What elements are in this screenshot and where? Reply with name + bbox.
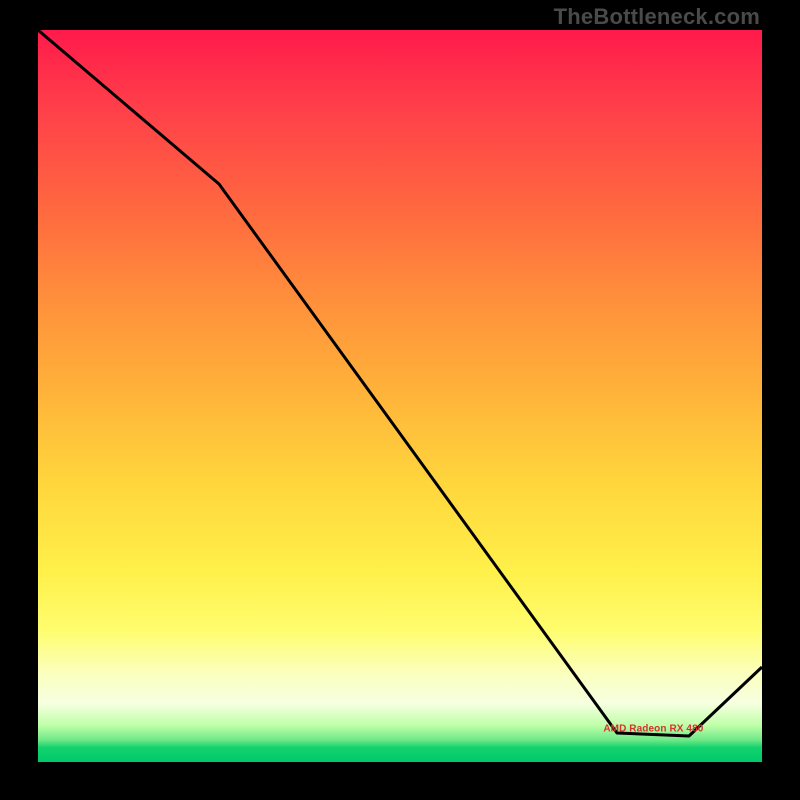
chart-line-svg (38, 30, 762, 762)
annotation-label: AMD Radeon RX 480 (603, 724, 703, 735)
chart-line (38, 30, 762, 736)
watermark-text: TheBottleneck.com (554, 4, 760, 30)
plot-area: AMD Radeon RX 480 (38, 30, 762, 762)
chart-container: TheBottleneck.com AMD Radeon RX 480 (0, 0, 800, 800)
